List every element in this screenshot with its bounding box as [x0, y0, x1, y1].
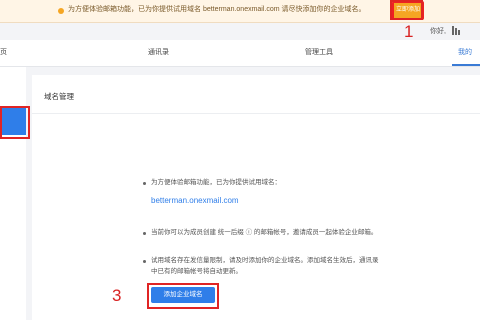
nav-item-admin-tools[interactable]: 管理工具	[305, 48, 333, 58]
annotation-box-add-now	[390, 0, 423, 20]
user-greeting: 你好,	[430, 28, 446, 35]
title-divider	[32, 113, 480, 114]
active-tab-indicator	[452, 64, 480, 66]
annotation-box-sidebar	[0, 106, 30, 139]
nav-item-contacts[interactable]: 通讯录	[148, 48, 169, 58]
sidebar	[0, 67, 26, 320]
annotation-number-1: 1	[404, 22, 414, 41]
bullet-dot	[143, 232, 146, 235]
bullet-dot	[143, 260, 146, 263]
create-accounts-text: 当前你可以为成员创建 统一后缀 ⓘ 的邮箱帐号，邀请成员一起体验企业邮箱。	[151, 229, 378, 236]
annotation-number-3: 3	[112, 286, 122, 305]
sending-limit-text-line1: 试用域名存在发信量限制，请及时添加你的企业域名。添加域名生效后，通讯录	[151, 257, 379, 264]
nav-item-home[interactable]: 页	[0, 48, 7, 58]
user-icon[interactable]	[452, 26, 460, 35]
trial-domain-name: betterman.onexmail.com	[151, 196, 239, 205]
domain-management-card: 域名管理 为方便体验邮箱功能，已为你提供试用域名： betterman.onex…	[32, 75, 480, 320]
sending-limit-text-line2: 中已有的邮箱帐号将自动更新。	[151, 268, 242, 275]
annotation-box-add-domain	[147, 283, 219, 309]
top-navigation: 页 通讯录 管理工具 我的	[0, 40, 480, 67]
page-title: 域名管理	[44, 92, 74, 101]
warning-dot-icon	[58, 8, 64, 14]
nav-item-mine[interactable]: 我的	[458, 48, 472, 58]
bullet-dot	[143, 182, 146, 185]
trial-domain-intro: 为方便体验邮箱功能，已为你提供试用域名：	[151, 179, 281, 186]
notice-message: 为方便体验邮箱功能，已为你提供试用域名 betterman.onexmail.c…	[68, 6, 366, 13]
